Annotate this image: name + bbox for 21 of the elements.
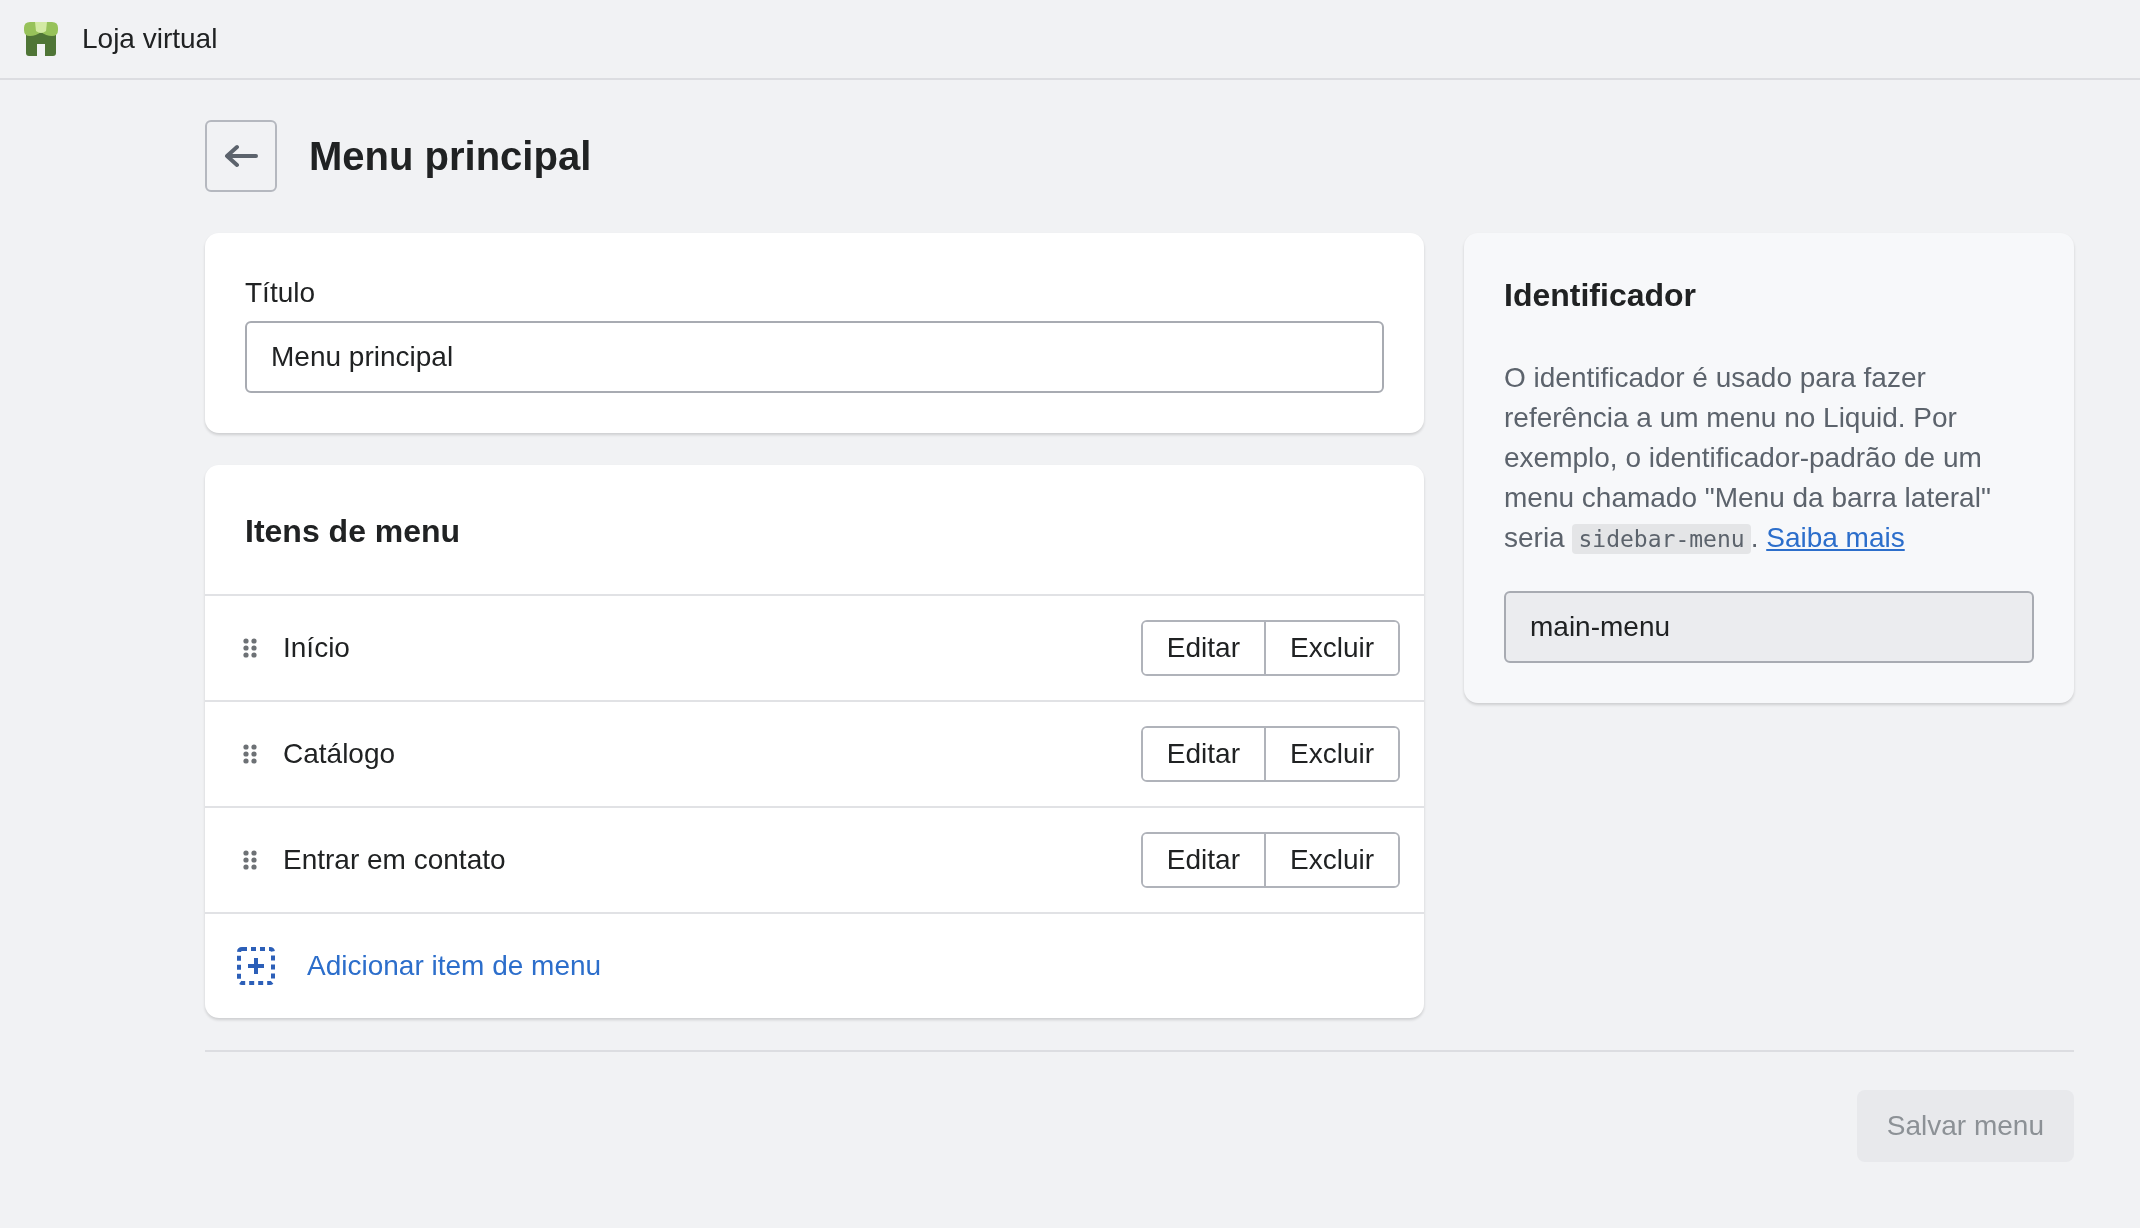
delete-button[interactable]: Excluir (1264, 622, 1398, 674)
identifier-heading: Identificador (1504, 277, 1697, 314)
identifier-description: O identificador é usado para fazer referência a um menu no Liquid. Por exemplo, o identificador-padrão de um menu chamado "Menu da barra lateral" seria sidebar-menu . Saiba mais (1504, 361, 1992, 556)
drag-handle-icon[interactable] (243, 850, 257, 870)
store-name: Loja virtual (82, 23, 218, 55)
page-title: Menu principal (309, 133, 592, 179)
back-button[interactable] (205, 120, 277, 192)
drag-handle-icon[interactable] (243, 638, 257, 658)
menu-items-heading: Itens de menu (244, 512, 462, 551)
storefront-logo-icon (22, 20, 60, 58)
add-icon[interactable] (237, 947, 275, 985)
add-menu-item-link[interactable]: Adicionar item de menu (307, 950, 602, 982)
menu-item-label: Início (283, 632, 351, 664)
drag-handle-icon[interactable] (243, 744, 257, 764)
title-label: Título (245, 277, 317, 309)
back-arrow-icon (224, 144, 258, 168)
menu-item-label: Entrar em contato (283, 844, 507, 876)
delete-button[interactable]: Excluir (1264, 728, 1398, 780)
delete-button[interactable]: Excluir (1264, 834, 1398, 886)
title-input[interactable]: Menu principal (245, 321, 1384, 393)
menu-item-label: Catálogo (283, 738, 397, 770)
